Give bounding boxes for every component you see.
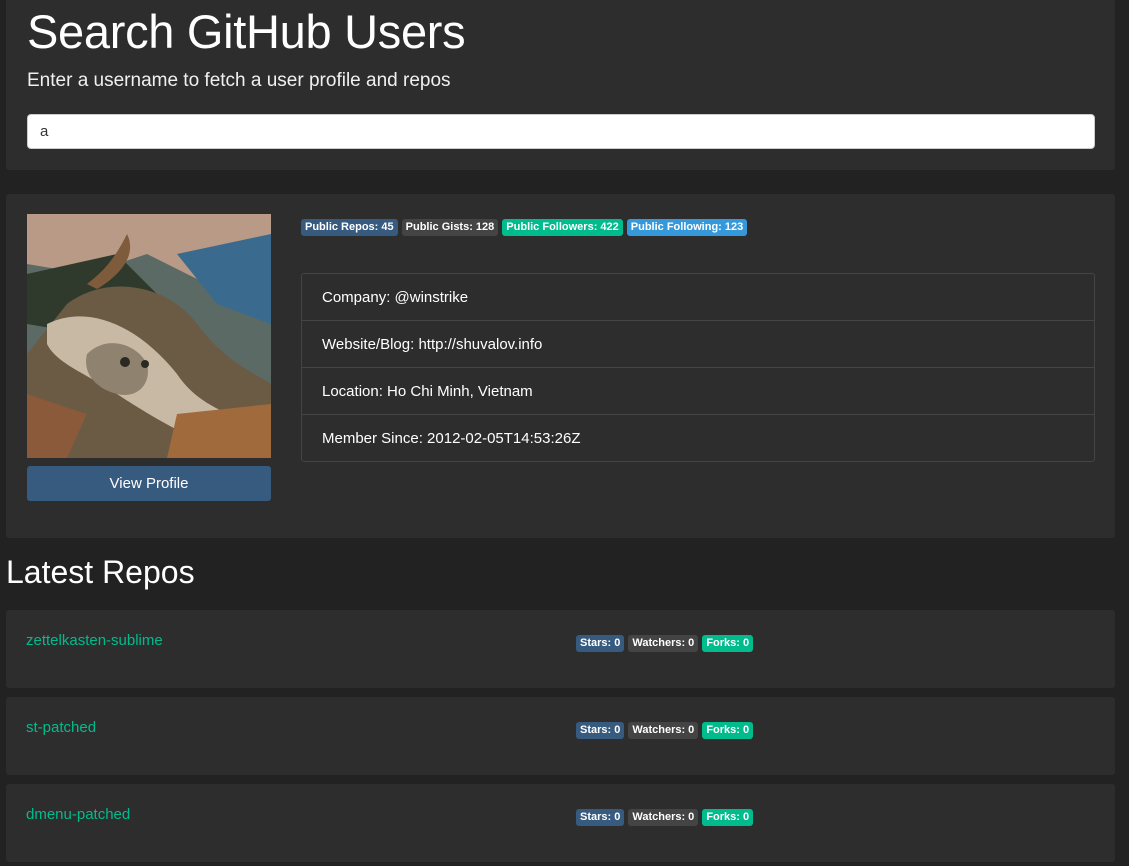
public-following-badge: Public Following: 123 bbox=[626, 219, 748, 236]
website-item: Website/Blog: http://shuvalov.info bbox=[302, 321, 1094, 368]
stars-badge: Stars: 0 bbox=[576, 635, 625, 652]
public-repos-badge: Public Repos: 45 bbox=[301, 219, 398, 236]
watchers-badge: Watchers: 0 bbox=[628, 722, 699, 739]
profile-stats: Public Repos: 45 Public Gists: 128 Publi… bbox=[301, 219, 748, 236]
forks-badge: Forks: 0 bbox=[702, 809, 754, 826]
repo-stats: Stars: 0 Watchers: 0 Forks: 0 bbox=[576, 722, 754, 739]
public-followers-badge: Public Followers: 422 bbox=[502, 219, 623, 236]
stars-badge: Stars: 0 bbox=[576, 722, 625, 739]
repos-heading: Latest Repos bbox=[6, 554, 195, 590]
page-title: Search GitHub Users bbox=[27, 5, 466, 58]
view-profile-button[interactable]: View Profile bbox=[27, 466, 271, 501]
location-item: Location: Ho Chi Minh, Vietnam bbox=[302, 368, 1094, 415]
repo-card: dmenu-patched Stars: 0 Watchers: 0 Forks… bbox=[6, 784, 1115, 862]
repo-card: st-patched Stars: 0 Watchers: 0 Forks: 0 bbox=[6, 697, 1115, 775]
search-panel: Search GitHub Users Enter a username to … bbox=[6, 0, 1115, 170]
repo-link[interactable]: dmenu-patched bbox=[26, 806, 130, 823]
username-search-input[interactable] bbox=[27, 114, 1095, 149]
repo-card: zettelkasten-sublime Stars: 0 Watchers: … bbox=[6, 610, 1115, 688]
forks-badge: Forks: 0 bbox=[702, 722, 754, 739]
company-item: Company: @winstrike bbox=[302, 274, 1094, 321]
repo-link[interactable]: zettelkasten-sublime bbox=[26, 632, 163, 649]
page-subtitle: Enter a username to fetch a user profile… bbox=[27, 70, 451, 91]
public-gists-badge: Public Gists: 128 bbox=[401, 219, 499, 236]
profile-panel: View Profile Public Repos: 45 Public Gis… bbox=[6, 194, 1115, 538]
repo-stats: Stars: 0 Watchers: 0 Forks: 0 bbox=[576, 635, 754, 652]
watchers-badge: Watchers: 0 bbox=[628, 635, 699, 652]
stars-badge: Stars: 0 bbox=[576, 809, 625, 826]
member-since-item: Member Since: 2012-02-05T14:53:26Z bbox=[322, 430, 581, 447]
avatar bbox=[27, 214, 271, 458]
profile-info-list: Company: @winstrike Website/Blog: http:/… bbox=[301, 273, 1095, 462]
repo-stats: Stars: 0 Watchers: 0 Forks: 0 bbox=[576, 809, 754, 826]
repo-link[interactable]: st-patched bbox=[26, 719, 96, 736]
watchers-badge: Watchers: 0 bbox=[628, 809, 699, 826]
forks-badge: Forks: 0 bbox=[702, 635, 754, 652]
